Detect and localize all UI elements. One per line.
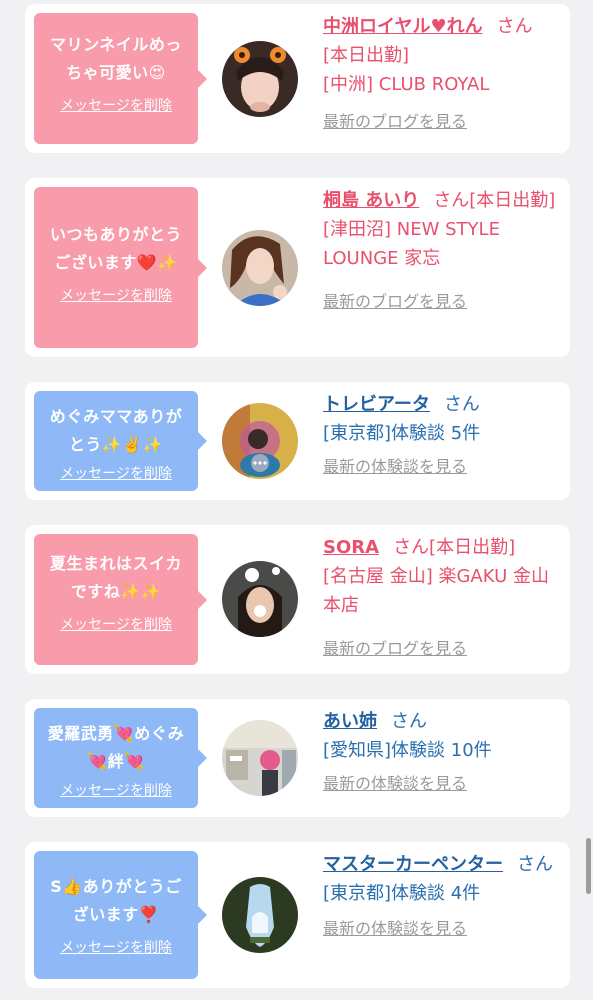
woman-with-cat-ears-icon [222, 41, 298, 117]
shop-text: [東京都]体験談 5件 [323, 423, 481, 444]
honorific: さん [496, 16, 533, 37]
cast-info: 中洲ロイヤル♥れん さん [本日出勤] [中洲] CLUB ROYAL 最新のブロ… [323, 12, 563, 136]
avatar[interactable] [222, 230, 298, 306]
latest-blog-link[interactable]: 最新のブログを見る [323, 287, 563, 316]
message-bubble: 夏生まれはスイカですね✨✨ メッセージを削除 [34, 534, 207, 665]
shop-text: [中洲] CLUB ROYAL [323, 74, 490, 95]
scrollbar[interactable] [586, 838, 591, 894]
message-text: 愛羅武勇💘めぐみ💘絆💘 [47, 724, 185, 771]
latest-review-link[interactable]: 最新の体験談を見る [323, 452, 563, 481]
cast-name-link[interactable]: 中洲ロイヤル♥れん [323, 16, 483, 37]
cast-name-link[interactable]: 桐島 あいり [323, 190, 419, 211]
honorific: さん[本日出勤] [393, 537, 516, 558]
message-bubble: めぐみママありがとう✨✌️✨ メッセージを削除 [34, 391, 207, 491]
cast-name-link[interactable]: トレビアータ [323, 394, 430, 415]
avatar[interactable] [222, 403, 298, 479]
latest-blog-link[interactable]: 最新のブログを見る [323, 634, 563, 663]
shop-text: [津田沼] NEW STYLE LOUNGE 家忘 [323, 219, 500, 269]
shop-text: [名古屋 金山] 楽GAKU 金山本店 [323, 566, 549, 616]
cast-info: マスターカーペンター さん [東京都]体験談 4件 最新の体験談を見る [323, 850, 573, 943]
delete-message-link[interactable]: メッセージを削除 [44, 780, 188, 800]
cast-name-link[interactable]: マスターカーペンター [323, 854, 503, 875]
woman-portrait-icon [222, 230, 298, 306]
message-bubble: S👍ありがとうございます❣️ メッセージを削除 [34, 851, 207, 979]
honorific: さん [443, 394, 480, 415]
delete-message-link[interactable]: メッセージを削除 [44, 463, 188, 483]
avatar[interactable] [222, 877, 298, 953]
message-text: 夏生まれはスイカですね✨✨ [49, 554, 182, 601]
avatar[interactable] [222, 41, 298, 117]
message-text: いつもありがとうございます❤️✨ [49, 225, 182, 272]
message-card: めぐみママありがとう✨✌️✨ メッセージを削除 トレビアータ さん [東京都]体験… [25, 382, 570, 500]
message-card: 愛羅武勇💘めぐみ💘絆💘 メッセージを削除 あい姉 さん [愛知県]体験談 10件 … [25, 699, 570, 817]
woman-with-bunny-stickers-icon [222, 561, 298, 637]
cast-info: あい姉 さん [愛知県]体験談 10件 最新の体験談を見る [323, 707, 563, 798]
latest-review-link[interactable]: 最新の体験談を見る [323, 914, 573, 943]
cast-info: 桐島 あいり さん[本日出勤] [津田沼] NEW STYLE LOUNGE 家忘… [323, 186, 563, 316]
shop-text: [東京都]体験談 4件 [323, 883, 481, 904]
message-text: めぐみママありがとう✨✌️✨ [49, 407, 183, 454]
shop-text: [愛知県]体験談 10件 [323, 740, 492, 761]
forest-sky-icon [222, 877, 298, 953]
street-photo-icon [222, 720, 298, 796]
latest-blog-link[interactable]: 最新のブログを見る [323, 107, 563, 136]
honorific: さん[本日出勤] [433, 190, 556, 211]
cast-name-link[interactable]: あい姉 [323, 711, 377, 732]
blurred-photo-icon [222, 403, 298, 479]
message-bubble: いつもありがとうございます❤️✨ メッセージを削除 [34, 187, 207, 348]
message-card: 夏生まれはスイカですね✨✨ メッセージを削除 SORA さん[本日出勤] [名古屋… [25, 525, 570, 674]
delete-message-link[interactable]: メッセージを削除 [44, 95, 188, 115]
cast-info: SORA さん[本日出勤] [名古屋 金山] 楽GAKU 金山本店 最新のブログを… [323, 533, 563, 663]
message-card: いつもありがとうございます❤️✨ メッセージを削除 桐島 あいり さん[本日出勤]… [25, 178, 570, 357]
status-text: [本日出勤] [323, 45, 410, 66]
message-text: S👍ありがとうございます❣️ [50, 877, 182, 924]
message-card: マリンネイルめっちゃ可愛い😍 メッセージを削除 中洲ロイヤル♥れん さん [本日出… [25, 4, 570, 153]
cast-name-link[interactable]: SORA [323, 537, 379, 558]
delete-message-link[interactable]: メッセージを削除 [44, 285, 188, 305]
avatar[interactable] [222, 561, 298, 637]
latest-review-link[interactable]: 最新の体験談を見る [323, 769, 563, 798]
message-bubble: マリンネイルめっちゃ可愛い😍 メッセージを削除 [34, 13, 207, 144]
honorific: さん [517, 854, 553, 875]
cast-info: トレビアータ さん [東京都]体験談 5件 最新の体験談を見る [323, 390, 563, 481]
message-bubble: 愛羅武勇💘めぐみ💘絆💘 メッセージを削除 [34, 708, 207, 808]
honorific: さん [391, 711, 427, 732]
delete-message-link[interactable]: メッセージを削除 [44, 614, 188, 634]
delete-message-link[interactable]: メッセージを削除 [44, 937, 188, 957]
message-card: S👍ありがとうございます❣️ メッセージを削除 マスターカーペンター さん [東京… [25, 842, 570, 988]
message-text: マリンネイルめっちゃ可愛い😍 [50, 35, 182, 82]
avatar[interactable] [222, 720, 298, 796]
